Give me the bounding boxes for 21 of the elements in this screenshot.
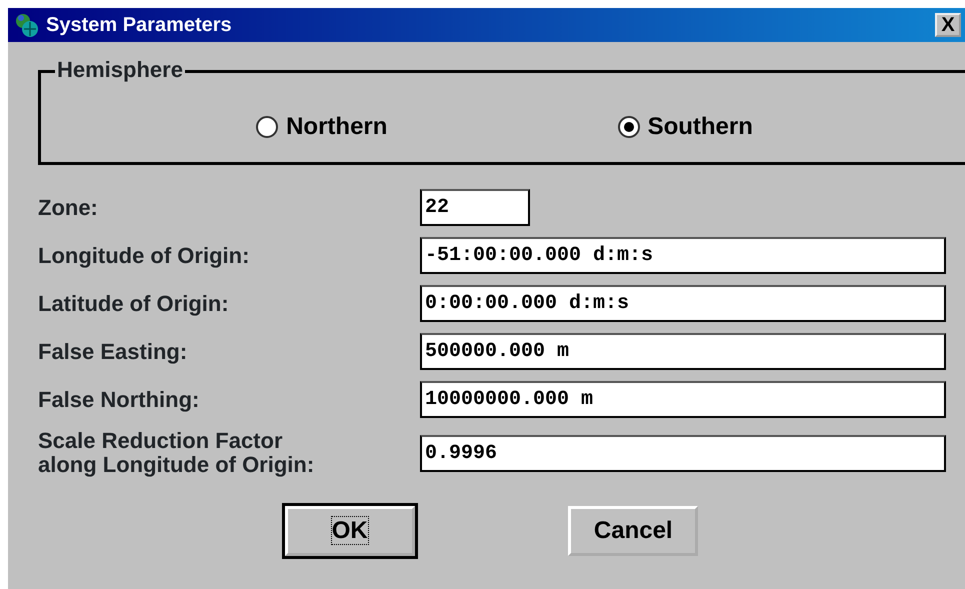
cancel-button[interactable]: Cancel <box>568 506 698 556</box>
input-field[interactable]: 22 <box>420 189 530 226</box>
radio-button[interactable] <box>618 116 640 138</box>
input-field[interactable]: 0.9996 <box>420 434 946 472</box>
field-label: Zone: <box>38 196 99 220</box>
ok-button[interactable]: OK <box>284 506 415 556</box>
radio-option[interactable]: Southern <box>618 109 753 145</box>
input-field[interactable]: 10000000.000 m <box>420 381 946 418</box>
field-label: Longitude of Origin: <box>38 244 250 268</box>
input-field[interactable]: -51:00:00.000 d:m:s <box>420 237 946 274</box>
close-button[interactable]: X <box>935 13 961 37</box>
input-field[interactable]: 0:00:00.000 d:m:s <box>420 285 946 322</box>
window-title: System Parameters <box>46 13 233 38</box>
field-label: Latitude of Origin: <box>38 292 230 316</box>
input-field[interactable]: 500000.000 m <box>420 333 946 370</box>
globe-icon <box>14 12 40 38</box>
radio-option[interactable]: Northern <box>256 109 388 145</box>
field-label: False Northing: <box>38 388 200 412</box>
field-label: Scale Reduction Factor along Longitude of Origin: <box>38 429 316 477</box>
field-label: False Easting: <box>38 340 188 364</box>
radio-button[interactable] <box>256 116 278 138</box>
